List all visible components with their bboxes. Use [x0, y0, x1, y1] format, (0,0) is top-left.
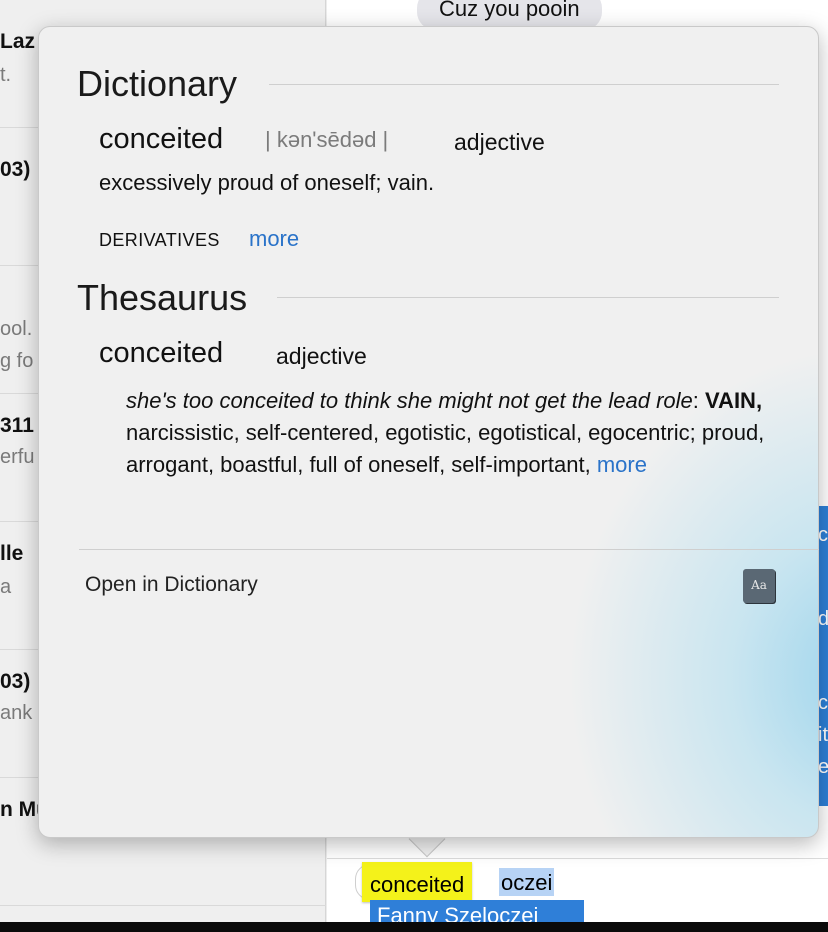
conversation-snippet: ank	[0, 702, 33, 724]
conversation-snippet: ool.	[0, 318, 33, 340]
synonyms-more-link[interactable]: more	[597, 452, 647, 477]
part-of-speech: adjective	[454, 129, 545, 155]
message-text-fragment: d	[818, 608, 828, 630]
dictionary-section-title: Dictionary	[77, 63, 238, 104]
looked-up-word-highlight: conceited	[362, 862, 473, 902]
open-in-dictionary-button[interactable]: Open in Dictionary	[85, 573, 258, 597]
message-text-fragment: it	[818, 724, 828, 746]
window-bottom-edge	[0, 922, 828, 932]
conversation-name: 311	[0, 414, 34, 437]
conversation-name: 03)	[0, 670, 31, 693]
message-text-fragment: c	[818, 692, 828, 714]
pronunciation: | kən'sēdəd |	[265, 127, 389, 152]
thesaurus-entry: she's too conceited to think she might n…	[126, 385, 816, 481]
footer-divider	[79, 549, 819, 550]
definition: excessively proud of oneself; vain.	[99, 170, 435, 195]
conversation-snippet: g fo	[0, 350, 34, 372]
synonym-list: narcissistic, self-centered, egotistic, …	[126, 420, 765, 477]
conversation-snippet: t.	[0, 64, 12, 86]
derivatives-more-link[interactable]: more	[249, 226, 299, 252]
conversation-name: lle	[0, 542, 24, 565]
usage-example: she's too conceited to think she might n…	[126, 388, 693, 413]
conversation-snippet: erfu	[0, 446, 35, 468]
message-text-fragment: e	[818, 756, 828, 778]
conversation-name: Laz	[0, 30, 36, 53]
thesaurus-section-title: Thesaurus	[77, 277, 248, 318]
derivatives-label: DERIVATIVES	[99, 230, 220, 250]
dictionary-book-icon[interactable]: Aa	[743, 569, 775, 603]
part-of-speech: adjective	[276, 343, 367, 369]
dictionary-popover: Dictionary conceited | kən'sēdəd | adjec…	[38, 26, 819, 838]
dictionary-headword: conceited	[99, 123, 224, 155]
conversation-name: 03)	[0, 158, 31, 181]
conversation-snippet: a	[0, 576, 12, 598]
message-text-fragment: c	[818, 524, 828, 546]
thesaurus-headword: conceited	[99, 337, 224, 369]
core-synonym: VAIN,	[705, 388, 763, 413]
example-separator: :	[692, 388, 706, 413]
section-divider	[277, 297, 779, 298]
section-divider	[269, 84, 779, 85]
typed-text-selection[interactable]: oczei	[499, 868, 555, 896]
